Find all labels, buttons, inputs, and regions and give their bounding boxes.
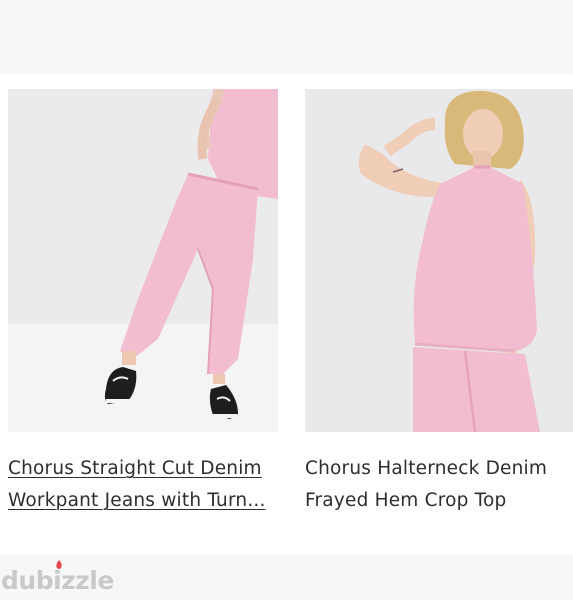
product-image[interactable] — [8, 89, 278, 432]
product-title[interactable]: Chorus Straight Cut Denim Workpant Jeans… — [8, 453, 278, 517]
dubizzle-logo: dubizzle — [1, 560, 114, 595]
watermark-text: dubizzle — [1, 566, 114, 595]
product-title[interactable]: Chorus Halterneck Denim Frayed Hem Crop … — [305, 453, 573, 517]
product-title-link[interactable]: Chorus Straight Cut Denim Workpant Jeans… — [8, 458, 266, 511]
product-card-jeans[interactable]: Chorus Straight Cut Denim Workpant Jeans… — [8, 89, 278, 517]
product-card-top[interactable]: Chorus Halterneck Denim Frayed Hem Crop … — [305, 89, 573, 517]
flame-icon — [56, 560, 62, 569]
product-image[interactable] — [305, 89, 573, 432]
